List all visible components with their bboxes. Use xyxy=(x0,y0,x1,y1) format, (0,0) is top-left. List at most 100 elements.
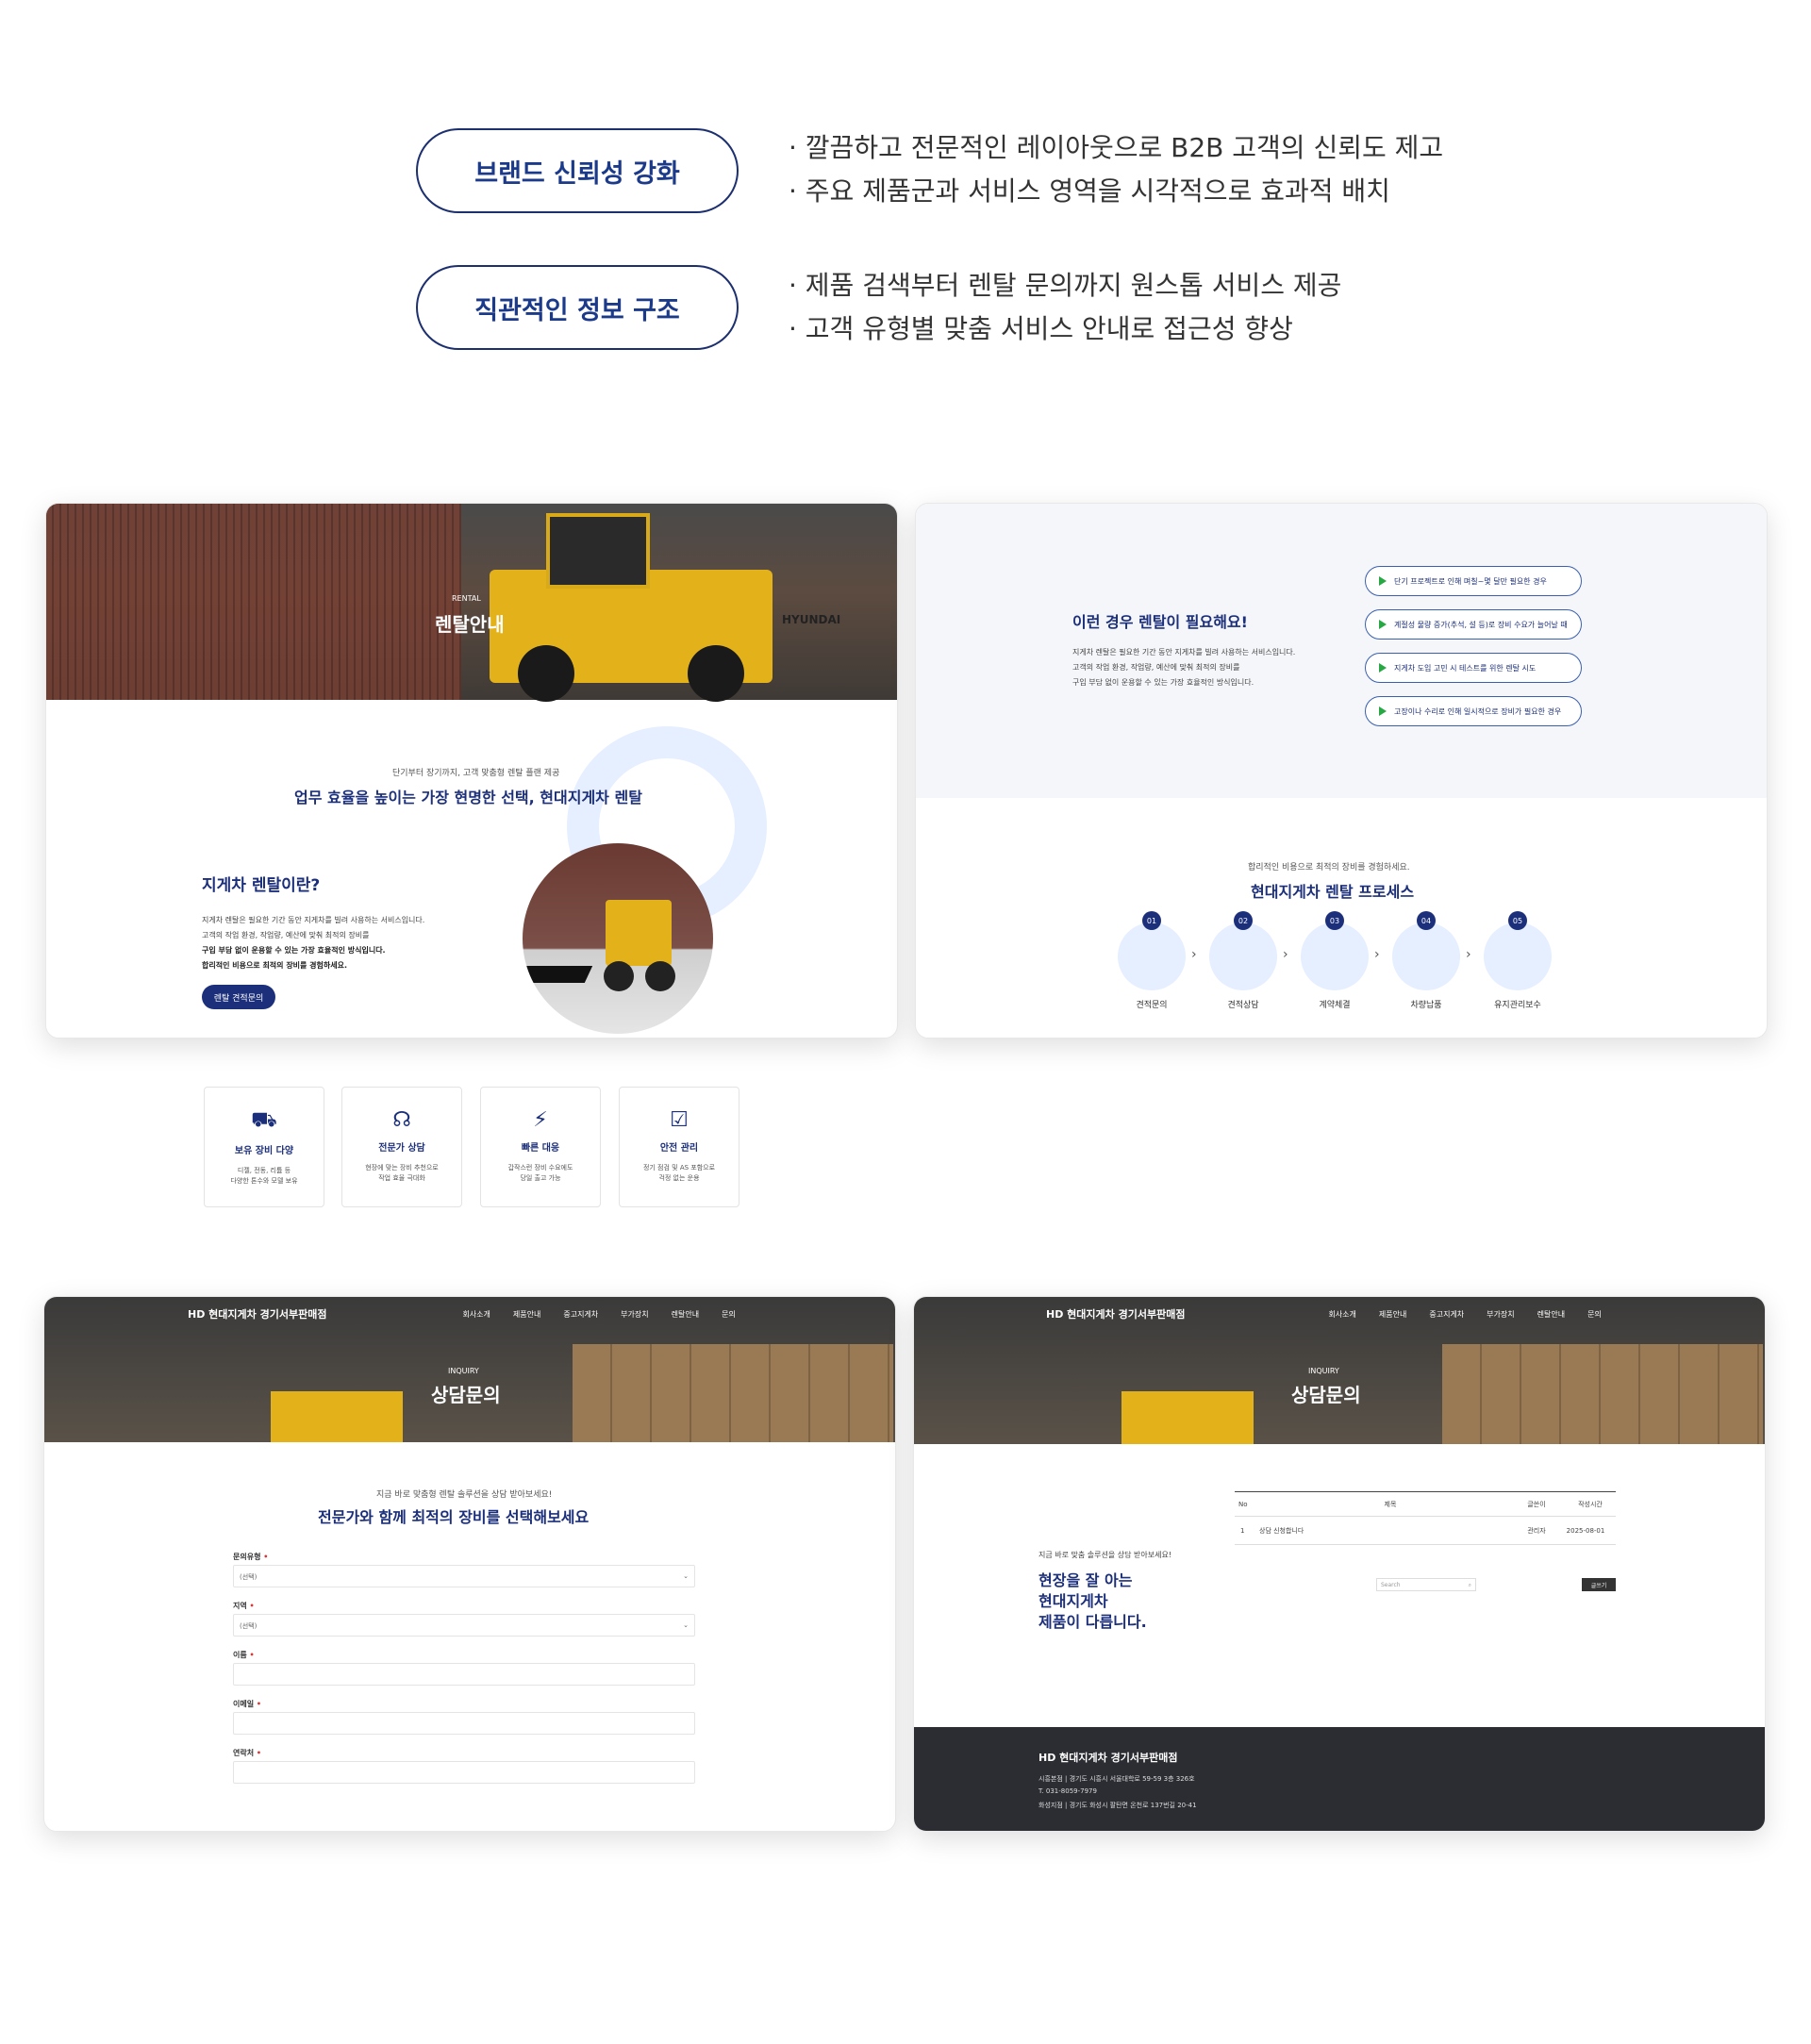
card-title: 전문가 상담 xyxy=(378,1143,425,1154)
forklift-brand: HYUNDAI xyxy=(782,613,841,626)
forklift-cabin xyxy=(546,513,650,589)
card-desc: 디젤, 전동, 리튬 등 다양한 톤수와 모델 보유 xyxy=(230,1167,298,1185)
name-input[interactable] xyxy=(233,1663,695,1686)
bullet-1: · 깔끔하고 전문적인 레이아웃으로 B2B 고객의 신뢰도 제고 xyxy=(789,132,1444,163)
board-side-sub: 지금 바로 맞춤 솔루션을 상담 받아보세요! xyxy=(1038,1551,1172,1559)
board-table: No 제목 글쓴이 작성시간 1 상담 신청합니다 관리자 2025-08-01 xyxy=(1235,1491,1616,1545)
process-title: 현대지게차 렌탈 프로세스 xyxy=(1251,883,1415,901)
nav-item-about[interactable]: 회사소개 xyxy=(462,1309,490,1320)
inquiry-type-select[interactable]: (선택) ⌄ xyxy=(233,1565,695,1587)
search-icon: ⌕ xyxy=(1468,1582,1471,1588)
forklift-icon: ⛟ xyxy=(251,1108,277,1132)
pill-brand-trust: 브랜드 신뢰성 강화 xyxy=(416,128,739,213)
headset-icon: ☊ xyxy=(392,1108,411,1132)
loader-bucket xyxy=(523,966,593,983)
footer-line: T. 031-8059-7979 xyxy=(1038,1787,1097,1795)
rental-hero-image: HYUNDAI RENTAL 렌탈안내 xyxy=(46,504,897,702)
rental-page-mock: HYUNDAI RENTAL 렌탈안내 단기부터 장기까지, 고객 맞춤형 렌탈… xyxy=(45,503,898,1039)
need-section-bg xyxy=(916,504,1767,798)
nav-item-attachments[interactable]: 부가장치 xyxy=(621,1309,648,1320)
board-page-mock: HD 현대지게차 경기서부판매점 회사소개 제품안내 중고지게차 부가장치 렌탈… xyxy=(913,1296,1766,1832)
loader-wheel xyxy=(604,961,634,991)
forklift-body xyxy=(1121,1391,1254,1444)
chevron-down-icon: ⌄ xyxy=(683,1572,689,1580)
nav-item-rental[interactable]: 렌탈안내 xyxy=(672,1309,699,1320)
crate-stack xyxy=(1442,1344,1763,1444)
what-line: 지게차 렌탈은 필요한 기간 동안 지게차를 빌려 사용하는 서비스입니다. xyxy=(202,916,425,924)
container-stack xyxy=(46,504,461,700)
table-header: No 제목 글쓴이 작성시간 xyxy=(1235,1492,1616,1517)
hero-sub: RENTAL xyxy=(452,594,481,603)
inquiry-sub: 지금 바로 맞춤형 렌탈 솔루션을 상담 받아보세요! xyxy=(376,1490,553,1500)
loader-body xyxy=(606,900,672,966)
bullet-3: · 제품 검색부터 렌탈 문의까지 원스톱 서비스 제공 xyxy=(789,270,1342,301)
arrow-icon xyxy=(1379,576,1387,586)
inquiry-title: 전문가와 함께 최적의 장비를 선택해보세요 xyxy=(318,1508,590,1526)
top-nav: HD 현대지게차 경기서부판매점 회사소개 제품안내 중고지게차 부가장치 렌탈… xyxy=(44,1297,895,1331)
footer-line: 화성지점 | 경기도 화성시 팔탄면 온천로 137번길 20-41 xyxy=(1038,1802,1197,1809)
field-label: 지역 • xyxy=(233,1602,255,1610)
nav-logo[interactable]: HD 현대지게차 경기서부판매점 xyxy=(188,1306,326,1321)
field-label: 문의유형 • xyxy=(233,1553,269,1561)
need-line: 지게차 렌탈은 필요한 기간 동안 지게차를 빌려 사용하는 서비스입니다. xyxy=(1072,648,1296,656)
case-pill: 단기 프로젝트로 인해 며칠~몇 달만 필요한 경우 xyxy=(1365,566,1582,596)
nav-item-used[interactable]: 중고지게차 xyxy=(1429,1309,1464,1320)
crate-stack xyxy=(573,1344,893,1442)
nav-item-used[interactable]: 중고지게차 xyxy=(563,1309,598,1320)
field-label: 이름 • xyxy=(233,1651,255,1659)
card-desc: 갑작스런 장비 수요에도 당일 출고 가능 xyxy=(507,1164,573,1182)
board-side-title: 현장을 잘 아는 현대지게차 제품이 다릅니다. xyxy=(1038,1571,1147,1631)
nav-item-products[interactable]: 제품안내 xyxy=(513,1309,540,1320)
process-step: 02 견적상담 xyxy=(1196,911,1290,1010)
feature-card-safety: ☑ 안전 관리 정기 점검 및 AS 포함으로 걱정 없는 운용 xyxy=(619,1087,739,1207)
nav-item-attachments[interactable]: 부가장치 xyxy=(1487,1309,1514,1320)
what-line-bold: 합리적인 비용으로 최적의 장비를 경험하세요. xyxy=(202,961,348,970)
board-hero-image: HD 현대지게차 경기서부판매점 회사소개 제품안내 중고지게차 부가장치 렌탈… xyxy=(914,1297,1765,1444)
card-title: 안전 관리 xyxy=(659,1143,699,1154)
card-desc: 현장에 맞는 장비 추천으로 작업 효율 극대화 xyxy=(365,1164,439,1182)
skid-loader-photo xyxy=(523,843,713,1034)
arrow-icon xyxy=(1379,620,1387,629)
process-step: 04 차량납품 xyxy=(1379,911,1473,1010)
case-pill: 고장이나 수리로 인해 일시적으로 장비가 필요한 경우 xyxy=(1365,696,1582,726)
hero-title: 렌탈안내 xyxy=(435,613,505,636)
need-line: 구입 부담 없이 운용할 수 있는 가장 효율적인 방식입니다. xyxy=(1072,678,1254,687)
field-label: 연락처 • xyxy=(233,1749,262,1757)
rental-quote-button[interactable]: 렌탈 견적문의 xyxy=(202,985,275,1009)
nav-logo[interactable]: HD 현대지게차 경기서부판매점 xyxy=(1046,1306,1185,1321)
checklist-icon: ☑ xyxy=(670,1108,689,1132)
feature-card-equipment: ⛟ 보유 장비 다양 디젤, 전동, 리튬 등 다양한 톤수와 모델 보유 xyxy=(204,1087,324,1207)
hero-title: 상담문의 xyxy=(1291,1384,1361,1406)
nav-item-about[interactable]: 회사소개 xyxy=(1328,1309,1355,1320)
chevron-right-icon: › xyxy=(1374,947,1380,962)
footer-logo: HD 현대지게차 경기서부판매점 xyxy=(1038,1752,1178,1764)
region-select[interactable]: (선택) ⌄ xyxy=(233,1614,695,1637)
inquiry-hero-image: HD 현대지게차 경기서부판매점 회사소개 제품안내 중고지게차 부가장치 렌탈… xyxy=(44,1297,895,1442)
process-step: 03 계약체결 xyxy=(1288,911,1382,1010)
case-pill: 계절성 물량 증가(추석, 설 등)로 장비 수요가 늘어날 때 xyxy=(1365,609,1582,640)
chevron-right-icon: › xyxy=(1283,947,1288,962)
process-step: 01 견적문의 xyxy=(1105,911,1199,1010)
chevron-right-icon: › xyxy=(1191,947,1197,962)
footer: HD 현대지게차 경기서부판매점 시흥본점 | 경기도 시흥시 서울대학로 59… xyxy=(914,1727,1765,1831)
delivery-icon: ⚡ xyxy=(533,1108,548,1132)
nav-item-products[interactable]: 제품안내 xyxy=(1379,1309,1406,1320)
nav-item-inquiry[interactable]: 문의 xyxy=(722,1309,736,1320)
forklift-wheel xyxy=(518,645,574,702)
pill-info-structure: 직관적인 정보 구조 xyxy=(416,265,739,350)
chevron-right-icon: › xyxy=(1466,947,1471,962)
hero-sub: INQUIRY xyxy=(1308,1367,1339,1375)
email-input[interactable] xyxy=(233,1712,695,1735)
case-pill: 지게차 도입 고민 시 테스트를 위한 렌탈 시도 xyxy=(1365,653,1582,683)
nav-item-inquiry[interactable]: 문의 xyxy=(1587,1309,1602,1320)
phone-input[interactable] xyxy=(233,1761,695,1784)
nav-item-rental[interactable]: 렌탈안내 xyxy=(1537,1309,1565,1320)
arrow-icon xyxy=(1379,663,1387,673)
field-label: 이메일 • xyxy=(233,1700,262,1708)
hero-sub: INQUIRY xyxy=(448,1367,479,1375)
rental-intro-sub: 단기부터 장기까지, 고객 맞춤형 렌탈 플랜 제공 xyxy=(392,769,560,778)
table-row[interactable]: 1 상담 신청합니다 관리자 2025-08-01 xyxy=(1235,1517,1616,1545)
search-input[interactable]: Search ⌕ xyxy=(1376,1578,1476,1591)
arrow-icon xyxy=(1379,706,1387,716)
write-button[interactable]: 글쓰기 xyxy=(1582,1578,1616,1591)
